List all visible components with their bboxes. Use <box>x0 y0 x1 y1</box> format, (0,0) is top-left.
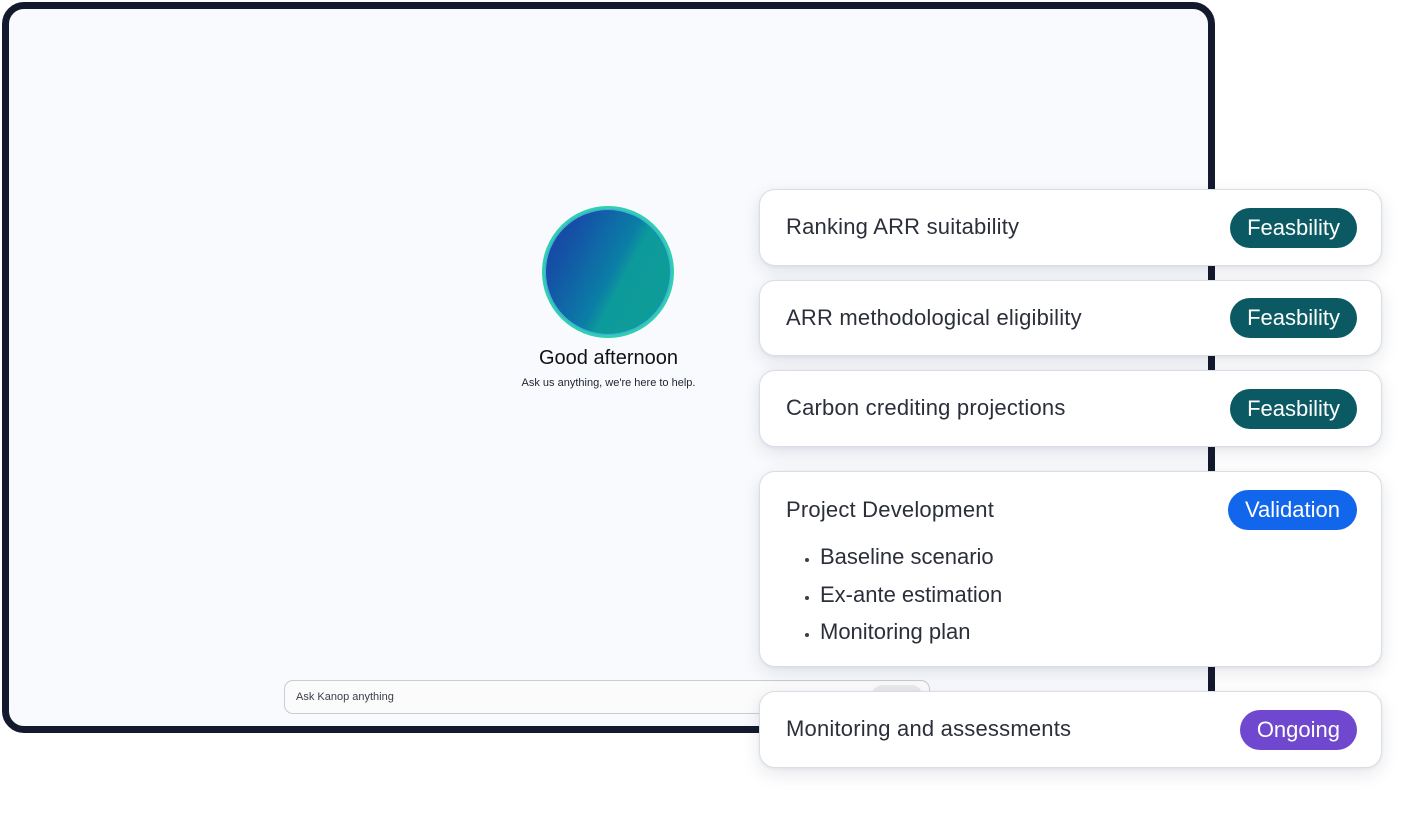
list-item: Baseline scenario <box>820 538 1002 576</box>
task-card-expanded[interactable]: Project Development Validation Baseline … <box>759 471 1382 667</box>
subtask-list: Baseline scenario Ex-ante estimation Mon… <box>794 538 1002 651</box>
task-card[interactable]: Carbon crediting projections Feasbility <box>759 370 1382 447</box>
list-item: Ex-ante estimation <box>820 576 1002 614</box>
status-badge: Feasbility <box>1230 208 1357 248</box>
task-card-title: ARR methodological eligibility <box>786 305 1082 330</box>
list-item: Monitoring plan <box>820 613 1002 651</box>
task-card[interactable]: ARR methodological eligibility Feasbilit… <box>759 280 1382 356</box>
task-card-title: Monitoring and assessments <box>786 716 1072 741</box>
gradient-orb-icon <box>542 206 674 338</box>
status-badge: Ongoing <box>1239 710 1357 750</box>
status-badge: Feasbility <box>1230 389 1357 429</box>
status-badge: Feasbility <box>1230 298 1357 338</box>
stage: Good afternoon Ask us anything, we're he… <box>0 0 1405 822</box>
task-card[interactable]: Monitoring and assessments Ongoing <box>759 691 1382 768</box>
status-badge: Validation <box>1228 490 1357 530</box>
task-card-title: Ranking ARR suitability <box>786 214 1020 239</box>
task-card-title: Project Development <box>786 497 995 522</box>
task-card-title: Carbon crediting projections <box>786 395 1066 420</box>
task-card[interactable]: Ranking ARR suitability Feasbility <box>759 189 1382 266</box>
